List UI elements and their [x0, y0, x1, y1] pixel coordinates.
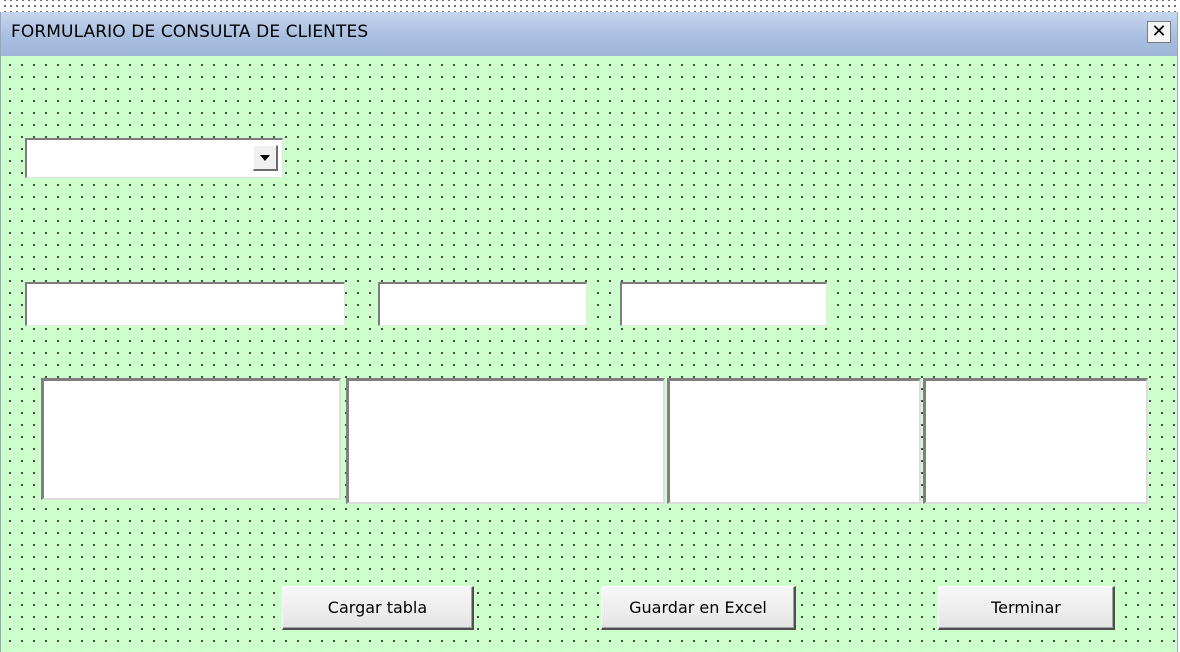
- save-excel-button[interactable]: Guardar en Excel: [601, 586, 796, 630]
- listbox-1[interactable]: [41, 378, 341, 500]
- title-bar[interactable]: FORMULARIO DE CONSULTA DE CLIENTES ✕: [1, 12, 1177, 56]
- dropdown-button[interactable]: [253, 145, 278, 171]
- close-icon: ✕: [1151, 21, 1167, 42]
- load-table-button[interactable]: Cargar tabla: [282, 586, 474, 630]
- textbox-1[interactable]: [25, 282, 345, 326]
- userform-window: FORMULARIO DE CONSULTA DE CLIENTES ✕ Car…: [0, 12, 1178, 652]
- listbox-3[interactable]: [667, 378, 921, 504]
- finish-button[interactable]: Terminar: [938, 586, 1115, 630]
- textbox-2[interactable]: [378, 282, 587, 326]
- form-client-area: Cargar tabla Guardar en Excel Terminar: [1, 56, 1177, 652]
- listbox-4[interactable]: [923, 378, 1148, 504]
- close-button[interactable]: ✕: [1147, 21, 1171, 43]
- chevron-down-icon: [260, 154, 270, 161]
- window-title: FORMULARIO DE CONSULTA DE CLIENTES: [11, 22, 369, 42]
- textbox-3[interactable]: [620, 282, 827, 326]
- client-combobox[interactable]: [25, 138, 283, 178]
- listbox-2[interactable]: [346, 378, 665, 504]
